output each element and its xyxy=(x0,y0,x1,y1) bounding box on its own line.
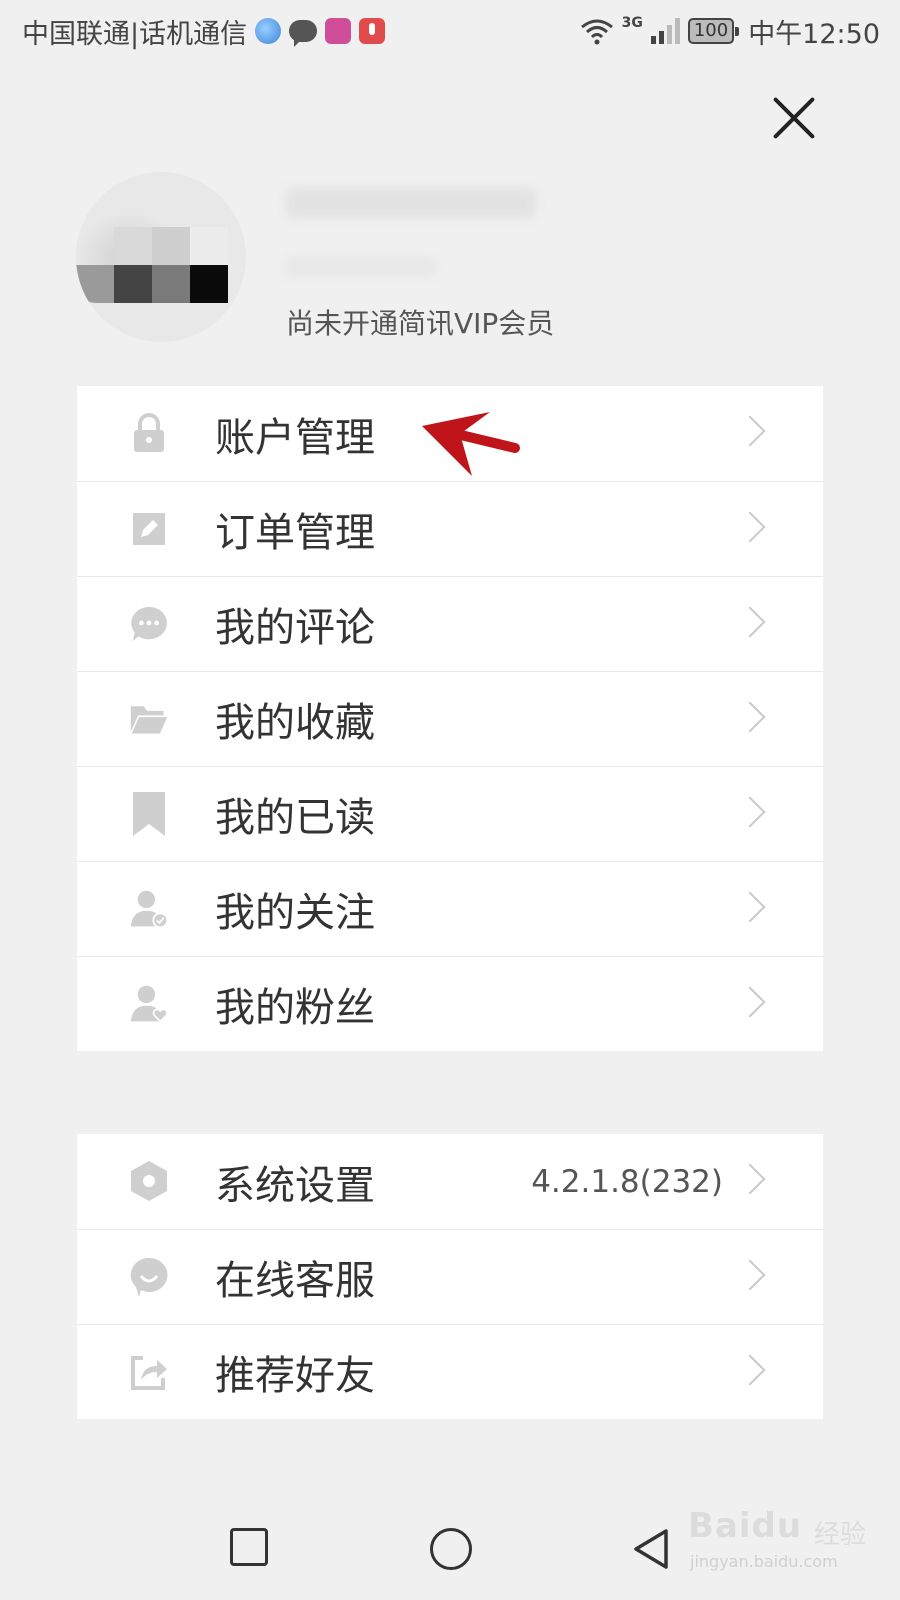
folder-icon xyxy=(129,699,169,739)
menu-item-support[interactable]: 在线客服 xyxy=(77,1229,823,1324)
recent-apps-button[interactable] xyxy=(230,1528,268,1566)
share-icon xyxy=(129,1352,169,1392)
menu-item-label: 在线客服 xyxy=(215,1258,375,1304)
menu-item-label: 账户管理 xyxy=(215,414,375,461)
menu-item-label: 订单管理 xyxy=(215,510,375,556)
wifi-icon xyxy=(580,19,613,45)
menu-item-label: 我的粉丝 xyxy=(215,985,375,1031)
menu-item-read[interactable]: 我的已读 xyxy=(77,766,823,861)
menu-item-label: 我的已读 xyxy=(215,795,375,841)
menu-item-label: 我的评论 xyxy=(215,605,375,651)
menu-item-orders[interactable]: 订单管理 xyxy=(77,481,823,576)
menu-group-system: 系统设置 4.2.1.8(232) 在线客服 推荐好友 xyxy=(77,1134,823,1419)
watermark-suffix: 经验 xyxy=(814,1520,867,1550)
menu-item-favorites[interactable]: 我的收藏 xyxy=(77,671,823,766)
watermark-logo: Baidu xyxy=(688,1506,803,1546)
watermark-url: jingyan.baidu.com xyxy=(690,1552,838,1571)
message-app-icon xyxy=(289,20,318,47)
chevron-right-icon xyxy=(734,891,766,923)
home-button[interactable] xyxy=(430,1528,472,1570)
edit-icon xyxy=(129,509,169,549)
pink-app-icon xyxy=(325,18,352,44)
menu-item-label: 系统设置 xyxy=(215,1162,375,1209)
avatar[interactable] xyxy=(76,172,246,342)
status-bar-right: 3G 100 中午12:50 xyxy=(580,12,880,51)
user-check-icon xyxy=(129,889,169,929)
annotation-arrow-icon xyxy=(422,412,520,476)
app-version: 4.2.1.8(232) xyxy=(531,1163,723,1200)
back-button[interactable] xyxy=(630,1528,672,1570)
chevron-right-icon xyxy=(734,606,766,638)
bookmark-icon xyxy=(129,792,169,836)
baidu-jingyan-watermark: Baidu 经验 jingyan.baidu.com xyxy=(688,1500,878,1580)
user-heart-icon xyxy=(129,984,169,1024)
lock-icon xyxy=(129,413,169,453)
status-bar-left: 中国联通|话机通信 xyxy=(22,12,386,51)
user-id-blurred xyxy=(286,258,436,276)
carrier-label: 中国联通|话机通信 xyxy=(22,18,248,50)
smiley-chat-icon xyxy=(129,1257,169,1297)
battery-icon: 100 xyxy=(687,18,740,44)
status-bar: 中国联通|话机通信 3G 100 中午12:50 xyxy=(0,0,900,62)
chevron-right-icon xyxy=(734,986,766,1018)
chevron-right-icon xyxy=(734,1354,766,1386)
close-button[interactable] xyxy=(770,94,818,142)
microphone-app-icon xyxy=(359,18,386,44)
chevron-right-icon xyxy=(734,796,766,828)
browser-app-icon xyxy=(255,18,282,44)
hexagon-settings-icon xyxy=(129,1161,169,1201)
menu-item-label: 我的关注 xyxy=(215,890,375,936)
menu-item-label: 我的收藏 xyxy=(215,700,375,746)
menu-item-comments[interactable]: 我的评论 xyxy=(77,576,823,671)
menu-item-fans[interactable]: 我的粉丝 xyxy=(77,956,823,1051)
menu-item-following[interactable]: 我的关注 xyxy=(77,861,823,956)
chat-bubble-icon xyxy=(129,604,169,644)
signal-strength-icon xyxy=(650,18,680,44)
clock: 中午12:50 xyxy=(748,18,880,50)
chevron-right-icon xyxy=(734,1163,766,1195)
menu-item-label: 推荐好友 xyxy=(215,1353,375,1399)
menu-item-settings[interactable]: 系统设置 4.2.1.8(232) xyxy=(77,1134,823,1229)
chevron-right-icon xyxy=(734,1259,766,1291)
chevron-right-icon xyxy=(734,701,766,733)
chevron-right-icon xyxy=(734,511,766,543)
username-blurred xyxy=(286,188,536,218)
menu-item-recommend[interactable]: 推荐好友 xyxy=(77,1324,823,1419)
network-type: 3G xyxy=(621,15,643,31)
chevron-right-icon xyxy=(734,415,766,447)
menu-group-personal: 账户管理 订单管理 我的评论 我的收藏 我的已读 我的关注 我的粉丝 xyxy=(77,386,823,1051)
vip-status-text: 尚未开通简讯VIP会员 xyxy=(286,307,555,340)
